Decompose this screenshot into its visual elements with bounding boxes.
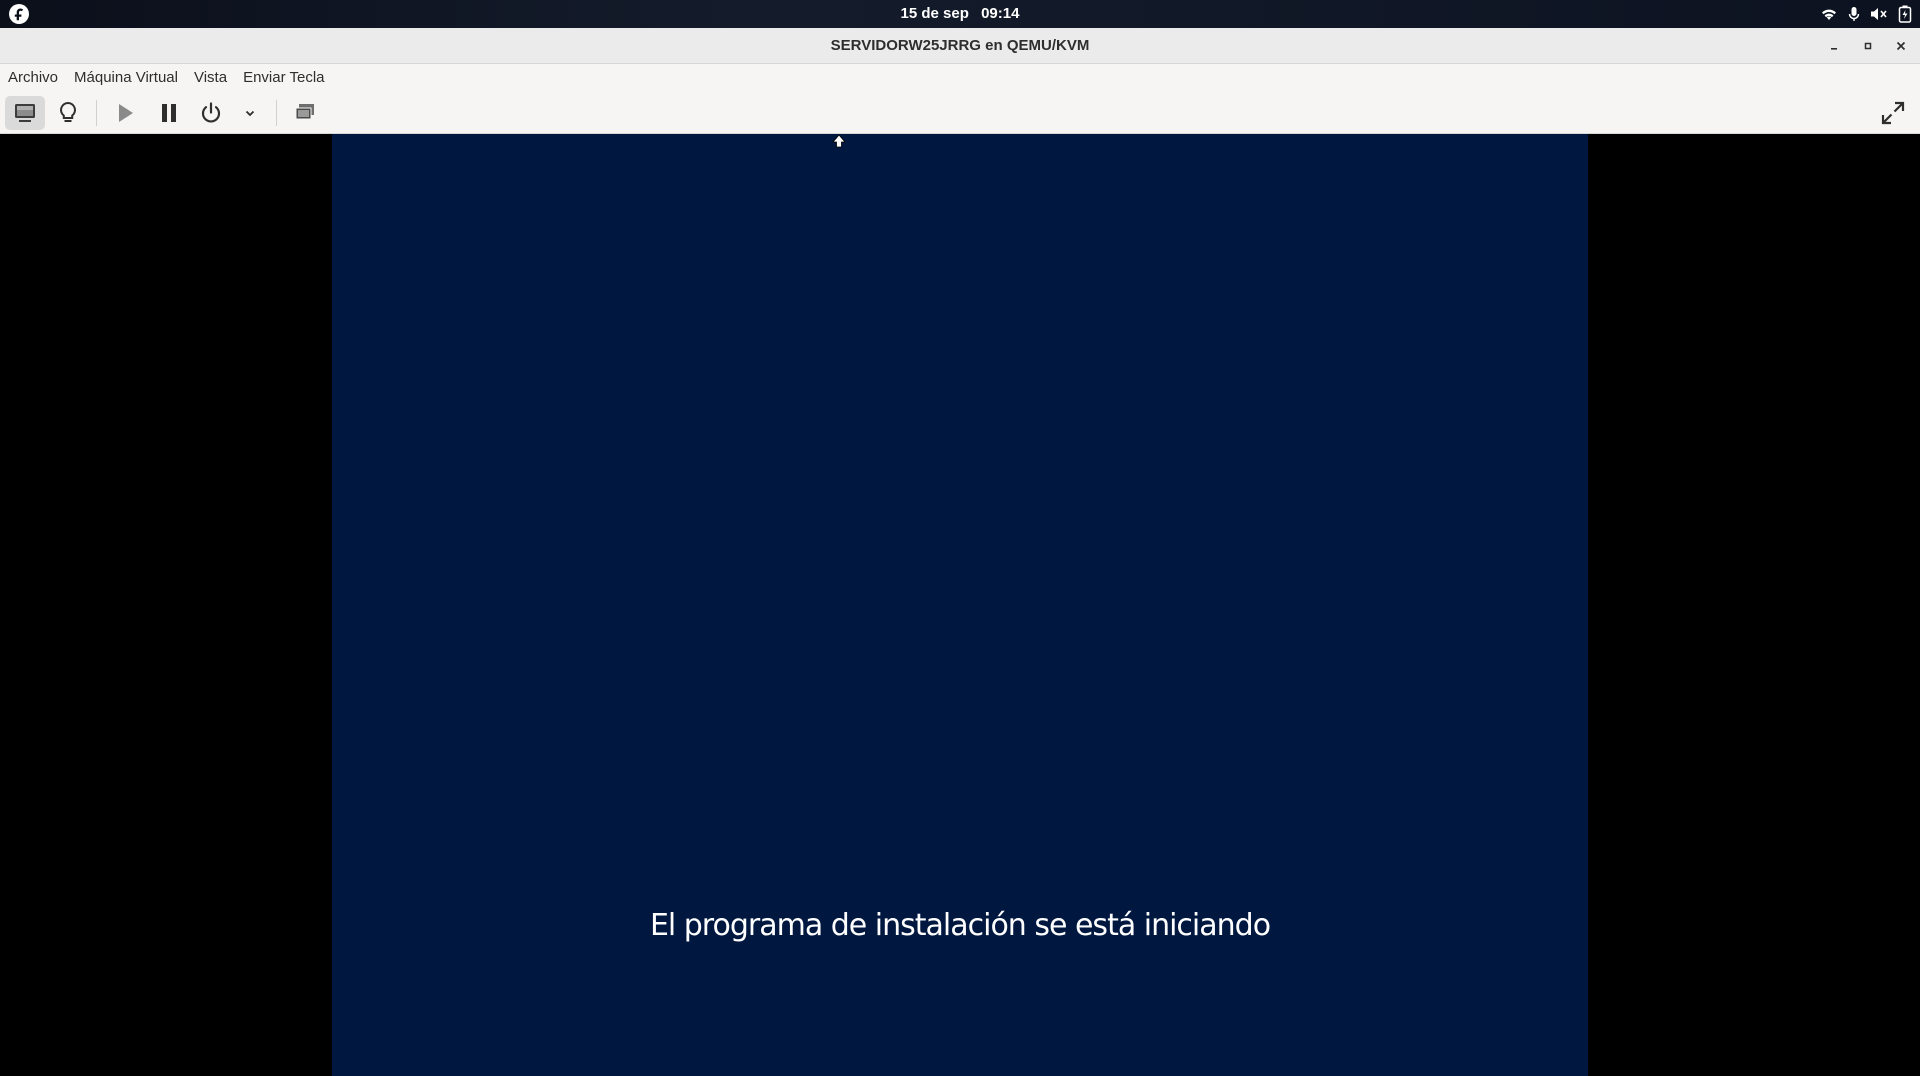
vm-display-area: El programa de instalación se está inici… (0, 134, 1920, 1076)
run-button[interactable] (108, 96, 142, 130)
menu-enviar-tecla[interactable]: Enviar Tecla (243, 64, 324, 92)
details-lightbulb-icon (60, 101, 76, 122)
fullscreen-icon (1881, 101, 1905, 125)
toolbar (0, 92, 1920, 134)
maximize-icon[interactable] (1856, 34, 1880, 58)
system-top-bar: 15 de sep 09:14 (0, 0, 1920, 28)
toolbar-separator (276, 100, 277, 126)
wifi-icon (1822, 9, 1836, 20)
dropdown-chevron-icon (245, 110, 255, 117)
battery-charging-icon (1898, 5, 1912, 23)
console-icon (15, 104, 35, 122)
minimize-icon[interactable] (1822, 34, 1846, 58)
fullscreen-button[interactable] (1876, 96, 1910, 130)
snapshots-button[interactable] (288, 96, 322, 130)
menu-vista[interactable]: Vista (194, 64, 227, 92)
vm-screen[interactable]: El programa de instalación se está inici… (332, 134, 1588, 1076)
console-button[interactable] (5, 96, 45, 130)
snapshots-icon (295, 104, 314, 120)
date-label: 15 de sep (900, 5, 969, 22)
setup-starting-message: El programa de instalación se está inici… (649, 908, 1271, 943)
menu-archivo[interactable]: Archivo (8, 64, 58, 92)
time-label: 09:14 (981, 5, 1020, 22)
details-button[interactable] (50, 96, 86, 130)
system-tray[interactable] (1820, 3, 1912, 25)
close-icon[interactable] (1889, 34, 1913, 58)
toolbar-separator (96, 100, 97, 126)
menu-bar: Archivo Máquina Virtual Vista Enviar Tec… (0, 64, 1920, 92)
run-icon (119, 104, 133, 122)
microphone-icon (1848, 7, 1860, 21)
clock[interactable]: 15 de sep 09:14 (0, 0, 1920, 28)
window-title: SERVIDORW25JRRG en QEMU/KVM (830, 37, 1090, 54)
power-button[interactable] (195, 96, 227, 130)
power-icon (201, 102, 221, 123)
pause-icon (162, 104, 176, 122)
volume-muted-icon (1871, 8, 1887, 20)
menu-maquina-virtual[interactable]: Máquina Virtual (74, 64, 178, 92)
mouse-cursor-icon (832, 134, 846, 148)
window-title-bar[interactable]: SERVIDORW25JRRG en QEMU/KVM (0, 28, 1920, 64)
pause-button[interactable] (152, 96, 186, 130)
power-menu-button[interactable] (239, 96, 261, 130)
